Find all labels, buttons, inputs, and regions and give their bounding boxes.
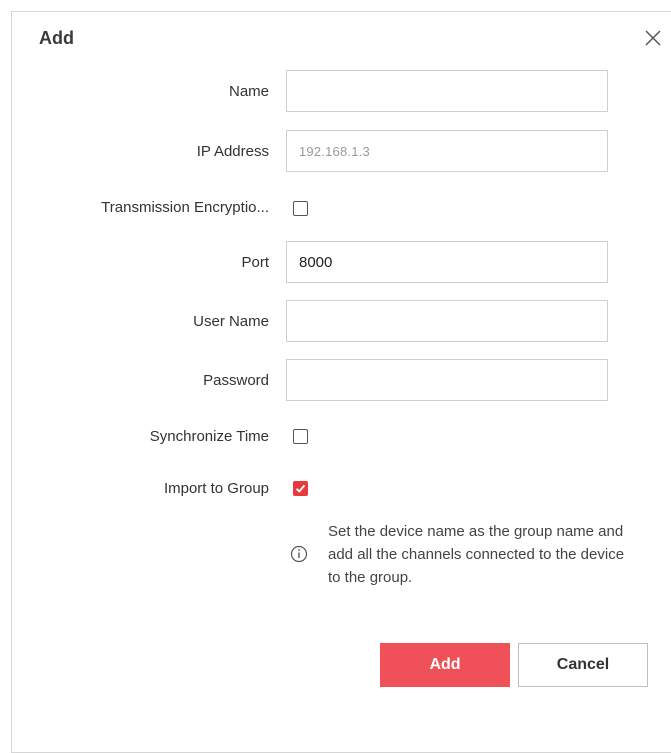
hint-line-2: add all the channels connected to the de… bbox=[328, 546, 625, 563]
user-name-input[interactable] bbox=[286, 300, 608, 342]
ip-address-input[interactable] bbox=[286, 130, 608, 172]
password-input[interactable] bbox=[286, 359, 608, 401]
port-input[interactable] bbox=[286, 241, 608, 283]
name-input[interactable] bbox=[286, 70, 608, 112]
port-label: Port bbox=[241, 254, 269, 271]
password-label: Password bbox=[203, 372, 269, 389]
cancel-button[interactable]: Cancel bbox=[518, 643, 648, 687]
user-name-label: User Name bbox=[193, 313, 269, 330]
close-icon[interactable] bbox=[642, 27, 664, 49]
dialog-title: Add bbox=[39, 28, 74, 48]
add-button[interactable]: Add bbox=[380, 643, 510, 687]
synchronize-time-checkbox[interactable] bbox=[293, 429, 308, 444]
info-icon bbox=[290, 545, 308, 563]
transmission-encryption-label: Transmission Encryptio... bbox=[101, 199, 269, 216]
checkmark-icon bbox=[295, 484, 306, 493]
name-label: Name bbox=[228, 83, 269, 100]
hint-line-1: Set the device name as the group name an… bbox=[328, 523, 624, 540]
ip-address-label: IP Address bbox=[196, 143, 269, 160]
import-to-group-label: Import to Group bbox=[163, 480, 269, 497]
synchronize-time-label: Synchronize Time bbox=[149, 428, 269, 445]
hint-line-3: to the group. bbox=[328, 569, 413, 586]
import-to-group-checkbox[interactable] bbox=[293, 481, 308, 496]
transmission-encryption-checkbox[interactable] bbox=[293, 201, 308, 216]
import-group-hint: Set the device name as the group name an… bbox=[328, 520, 671, 589]
